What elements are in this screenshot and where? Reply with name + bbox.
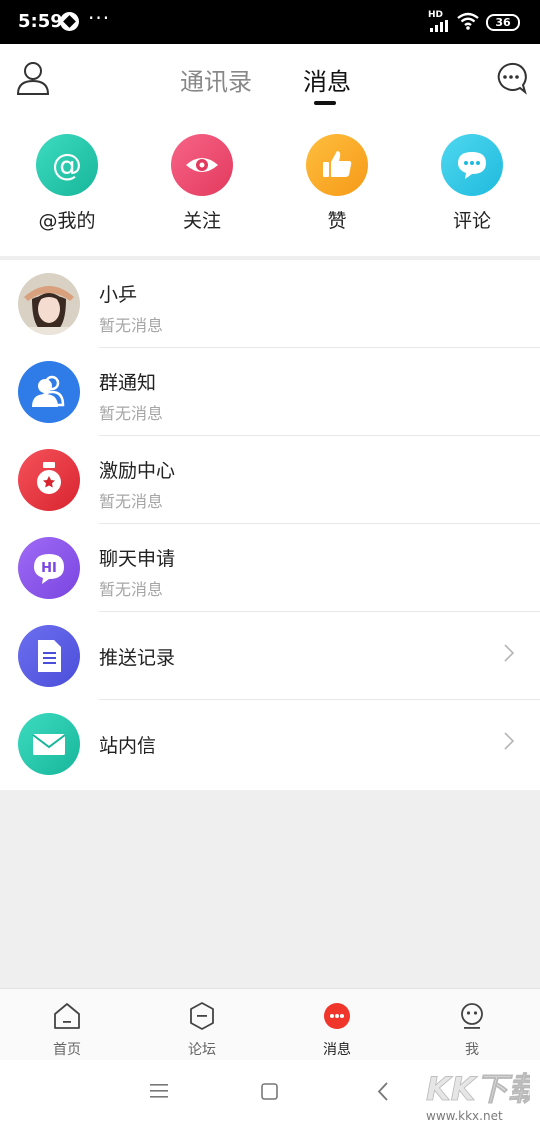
message-list: 小乒 暂无消息 群通知 暂无消息 激励中心 暂无消息 HI 聊天申请 暂无消息 … — [0, 260, 540, 790]
watermark-brand: KK下载 — [426, 1070, 530, 1108]
list-item-title: 推送记录 — [99, 647, 176, 669]
new-chat-icon[interactable] — [494, 61, 528, 95]
quick-label-comments: 评论 — [452, 210, 491, 232]
bottom-nav: 首页 论坛 消息 我 — [0, 988, 540, 1060]
comment-icon — [441, 134, 503, 196]
watermark-logo: KK下载 www.kkx.net — [426, 1070, 530, 1123]
menu-icon[interactable] — [150, 1083, 168, 1099]
quick-at-me[interactable]: @ @我的 — [17, 134, 117, 233]
quick-likes[interactable]: 赞 — [287, 134, 387, 233]
list-item-title: 群通知 — [99, 372, 157, 394]
forum-icon — [190, 1002, 214, 1030]
more-notifications-icon: ··· — [88, 6, 111, 30]
svg-text:@: @ — [52, 148, 82, 183]
document-icon — [18, 625, 80, 687]
nav-me[interactable]: 我 — [432, 1001, 512, 1059]
hi-text: HI — [41, 561, 57, 576]
list-item-title: 站内信 — [99, 735, 157, 757]
active-tab-indicator — [314, 101, 336, 105]
group-icon — [18, 361, 80, 423]
list-item-rewards[interactable]: 激励中心 暂无消息 — [0, 436, 540, 524]
list-item-title: 聊天申请 — [99, 548, 176, 570]
nav-label-forum: 论坛 — [188, 1042, 216, 1058]
watermark-url: www.kkx.net — [426, 1109, 503, 1123]
wifi-icon — [457, 12, 479, 30]
chevron-right-icon — [504, 732, 514, 750]
list-item-title: 小乒 — [99, 284, 138, 306]
quick-follow[interactable]: 关注 — [152, 134, 252, 233]
envelope-icon — [18, 713, 80, 775]
quick-actions: @ @我的 关注 赞 评论 — [0, 116, 540, 256]
nav-home[interactable]: 首页 — [27, 1001, 107, 1059]
top-header: 通讯录 消息 — [0, 44, 540, 116]
list-item-xiaopang[interactable]: 小乒 暂无消息 — [0, 260, 540, 348]
user-profile-icon[interactable] — [16, 60, 50, 96]
list-item-subtitle: 暂无消息 — [99, 316, 164, 335]
quick-label-follow: 关注 — [182, 210, 221, 232]
list-item-group-notice[interactable]: 群通知 暂无消息 — [0, 348, 540, 436]
list-item-push-records[interactable]: 推送记录 — [0, 612, 540, 700]
profile-icon — [461, 1003, 483, 1029]
thumbs-up-icon — [306, 134, 368, 196]
nav-messages[interactable]: 消息 — [297, 1001, 377, 1059]
list-item-inbox[interactable]: 站内信 — [0, 700, 540, 788]
signal-icon — [430, 20, 448, 32]
home-icon — [54, 1003, 80, 1029]
app-notification-icon — [60, 12, 79, 31]
back-icon[interactable] — [377, 1082, 388, 1101]
message-icon — [324, 1003, 350, 1029]
nav-forum[interactable]: 论坛 — [162, 1001, 242, 1059]
status-time: 5:59 — [18, 11, 63, 32]
list-item-subtitle: 暂无消息 — [99, 580, 164, 599]
nav-label-me: 我 — [465, 1042, 479, 1058]
hi-chat-icon: HI — [18, 537, 80, 599]
tab-contacts[interactable]: 通讯录 — [180, 62, 252, 97]
list-item-title: 激励中心 — [99, 460, 176, 482]
user-avatar — [18, 273, 80, 335]
at-icon: @ — [36, 134, 98, 196]
quick-label-at-me: @我的 — [38, 210, 96, 232]
nav-label-home: 首页 — [53, 1042, 81, 1058]
status-bar: 5:59 ··· HD 36 — [0, 0, 540, 44]
list-item-subtitle: 暂无消息 — [99, 404, 164, 423]
quick-label-likes: 赞 — [327, 210, 347, 232]
tab-messages[interactable]: 消息 — [303, 62, 351, 97]
hd-label: HD — [428, 10, 444, 20]
quick-comments[interactable]: 评论 — [422, 134, 522, 233]
battery-indicator: 36 — [486, 14, 520, 31]
medal-icon — [18, 449, 80, 511]
list-item-chat-request[interactable]: HI 聊天申请 暂无消息 — [0, 524, 540, 612]
home-square-icon[interactable] — [261, 1083, 278, 1100]
list-item-subtitle: 暂无消息 — [99, 492, 164, 511]
chevron-right-icon — [504, 644, 514, 662]
eye-icon — [171, 134, 233, 196]
nav-label-messages: 消息 — [323, 1042, 351, 1058]
